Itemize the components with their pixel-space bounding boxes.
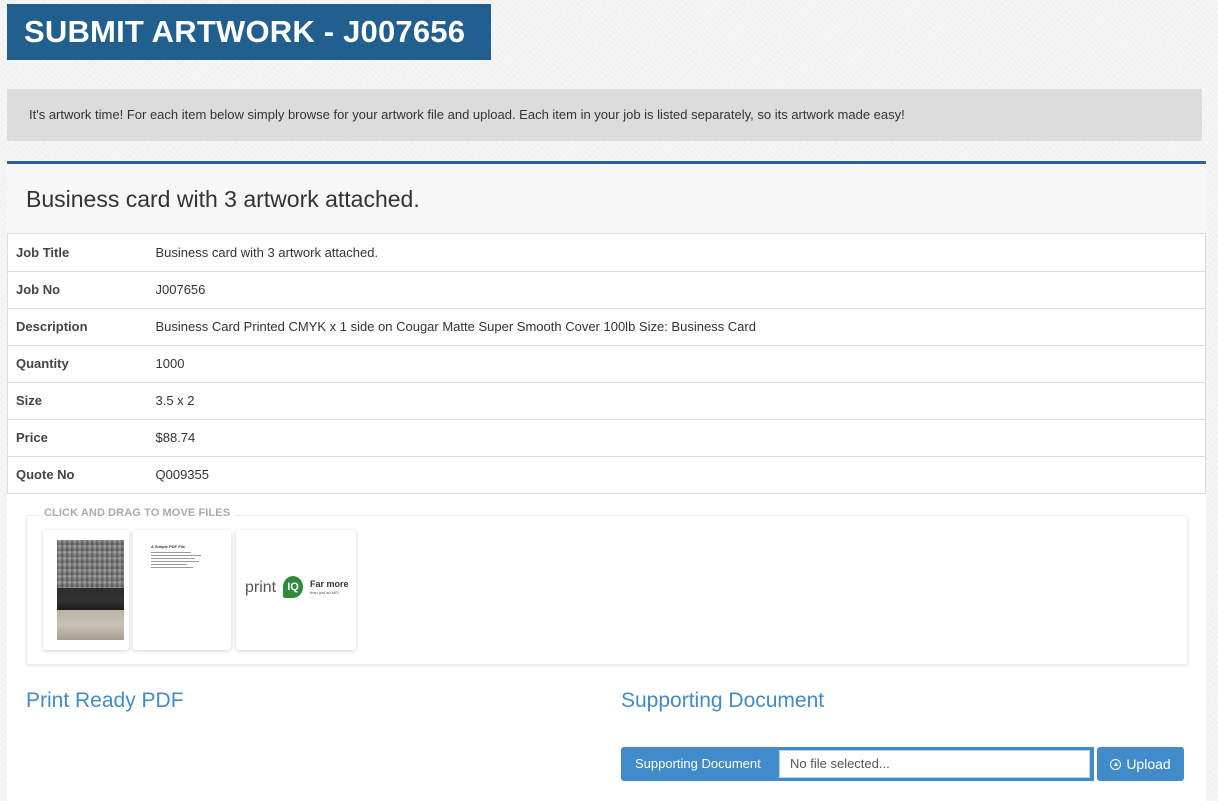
- page-title: SUBMIT ARTWORK - J007656: [7, 4, 491, 60]
- row-label: Description: [7, 308, 148, 346]
- row-label: Size: [7, 382, 148, 420]
- row-value: Q009355: [147, 456, 1206, 494]
- pdf-text-line: [151, 555, 201, 556]
- pdf-text-line: [151, 558, 195, 559]
- row-label: Quote No: [7, 456, 148, 494]
- file-thumbnail-logo[interactable]: print IQ Far more than just an MIS: [236, 530, 356, 650]
- row-value: 3.5 x 2: [147, 382, 1206, 420]
- logo-tagline: Far more: [310, 579, 349, 589]
- logo-tagline-sub: than just an MIS: [310, 590, 339, 595]
- row-value: J007656: [147, 271, 1206, 309]
- row-label: Job Title: [7, 234, 148, 272]
- photo-preview: [57, 540, 124, 640]
- file-thumbnail-pdf[interactable]: A Simple PDF File: [133, 530, 231, 650]
- logo-mark-icon: IQ: [283, 576, 303, 598]
- file-thumbnail-photo[interactable]: [43, 530, 129, 650]
- upload-icon: [1110, 759, 1122, 770]
- table-row: Description Business Card Printed CMYK x…: [7, 308, 1206, 346]
- job-heading: Business card with 3 artwork attached.: [7, 164, 1206, 234]
- supporting-heading: Supporting Document: [621, 689, 825, 712]
- printiq-logo: print IQ Far more than just an MIS: [245, 576, 349, 602]
- table-row: Job No J007656: [7, 271, 1206, 309]
- upload-button[interactable]: Upload: [1097, 747, 1184, 781]
- row-value: $88.74: [147, 419, 1206, 457]
- pdf-text-line: [151, 564, 187, 565]
- row-value: Business card with 3 artwork attached.: [147, 234, 1206, 272]
- file-name-input[interactable]: No file selected...: [779, 750, 1090, 778]
- table-row: Job Title Business card with 3 artwork a…: [7, 234, 1206, 272]
- row-label: Job No: [7, 271, 148, 309]
- job-panel: Business card with 3 artwork attached. J…: [7, 161, 1206, 801]
- table-row: Size 3.5 x 2: [7, 382, 1206, 420]
- supporting-upload-group: Supporting Document No file selected... …: [621, 747, 1184, 781]
- file-drop-zone[interactable]: CLICK AND DRAG TO MOVE FILES A Simple PD…: [26, 507, 1188, 665]
- intro-banner: It's artwork time! For each item below s…: [7, 89, 1202, 141]
- pdf-preview-title: A Simple PDF File: [151, 544, 186, 549]
- job-details-table: Job Title Business card with 3 artwork a…: [7, 234, 1206, 494]
- row-label: Quantity: [7, 345, 148, 383]
- table-row: Quantity 1000: [7, 345, 1206, 383]
- row-value: Business Card Printed CMYK x 1 side on C…: [147, 308, 1206, 346]
- pdf-text-line: [151, 561, 199, 562]
- file-field[interactable]: No file selected...: [776, 747, 1094, 781]
- table-row: Quote No Q009355: [7, 456, 1206, 494]
- pdf-text-line: [151, 567, 193, 568]
- row-value: 1000: [147, 345, 1206, 383]
- supporting-document-button[interactable]: Supporting Document: [621, 747, 776, 781]
- pdf-preview: A Simple PDF File: [151, 544, 211, 570]
- upload-button-label: Upload: [1126, 756, 1171, 772]
- row-label: Price: [7, 419, 148, 457]
- table-row: Price $88.74: [7, 419, 1206, 457]
- print-ready-heading: Print Ready PDF: [26, 689, 184, 712]
- logo-wordmark: print: [245, 579, 277, 596]
- pdf-text-line: [151, 552, 191, 553]
- drag-hint: CLICK AND DRAG TO MOVE FILES: [40, 507, 235, 519]
